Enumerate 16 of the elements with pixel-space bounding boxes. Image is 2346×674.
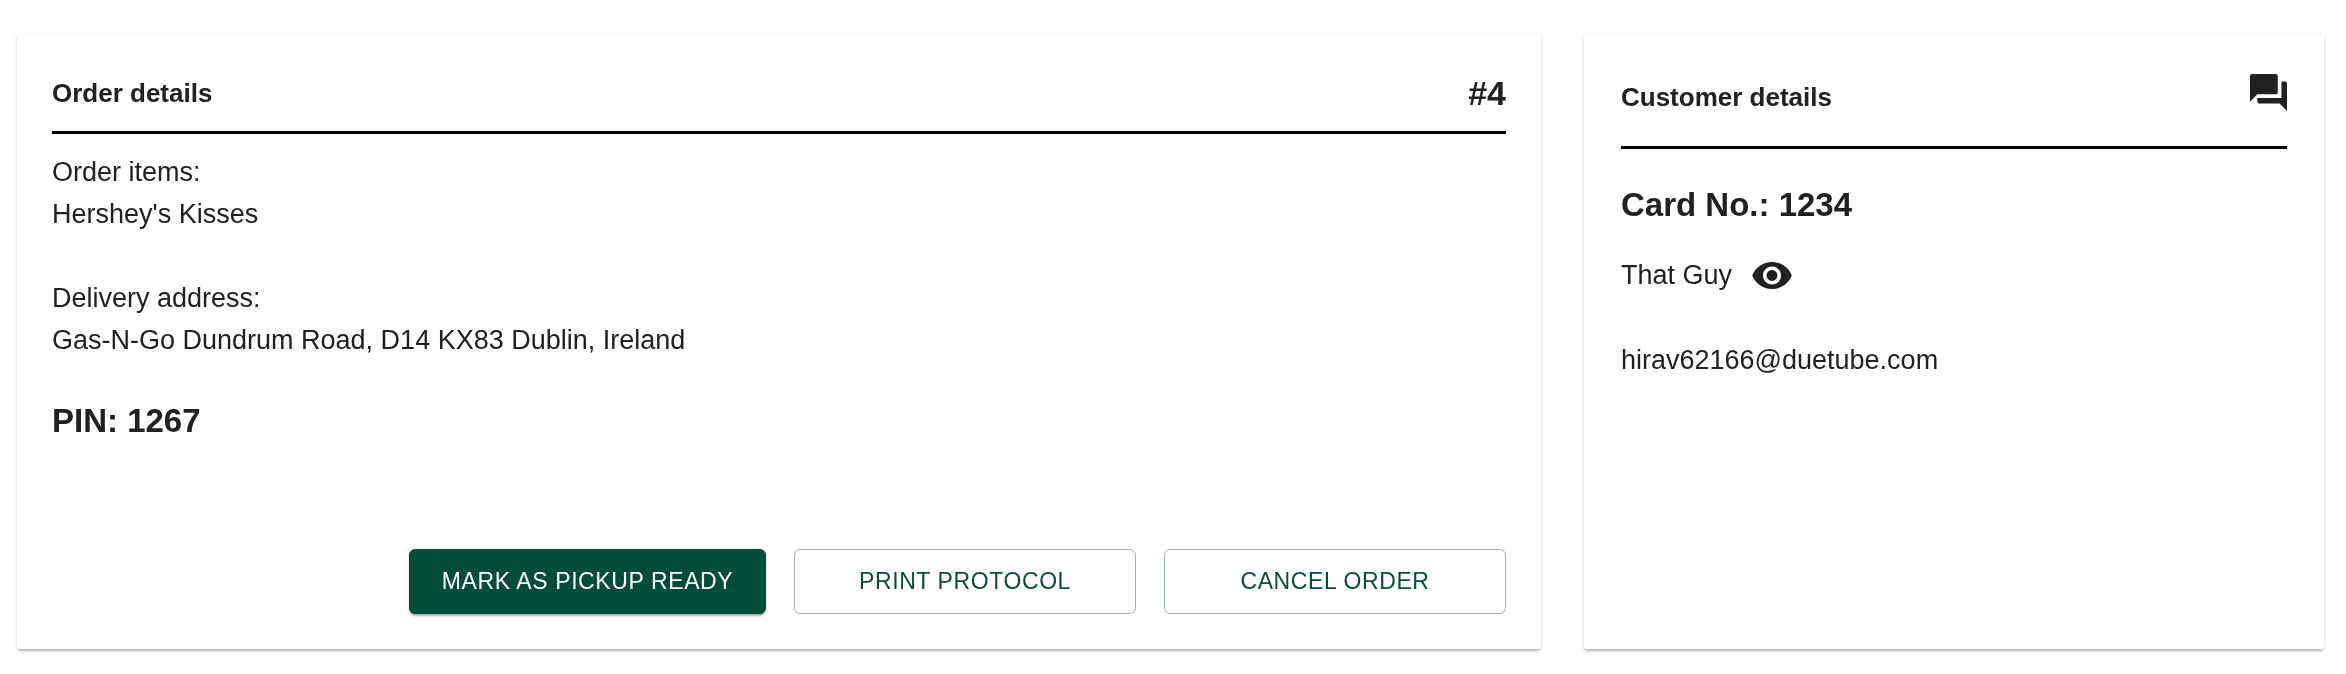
card-title: Customer details <box>1621 81 1832 114</box>
customer-email: hirav62166@duetube.com <box>1621 344 1939 377</box>
field-value: Gas-N-Go Dundrum Road, D14 KX83 Dublin, Ireland <box>52 324 686 357</box>
order-number: #4 <box>1468 73 1506 113</box>
eye-icon[interactable] <box>1752 261 1793 289</box>
card-title: Order details <box>52 77 213 110</box>
action-button[interactable]: PRINT PROTOCOL <box>794 549 1136 614</box>
customer-name: That Guy <box>1621 259 1733 292</box>
card-number: Card No.: 1234 <box>1621 185 1853 225</box>
pickup-ready-button[interactable]: MARK AS PICKUP READY <box>409 549 766 614</box>
field-value: Hershey's Kisses <box>52 198 259 231</box>
field-label: Order items: <box>52 156 201 189</box>
chat-bubbles-icon[interactable] <box>2250 74 2287 111</box>
pin-code: PIN: 1267 <box>52 401 201 441</box>
field-label: Delivery address: <box>52 282 261 315</box>
action-button[interactable]: CANCEL ORDER <box>1164 549 1506 614</box>
